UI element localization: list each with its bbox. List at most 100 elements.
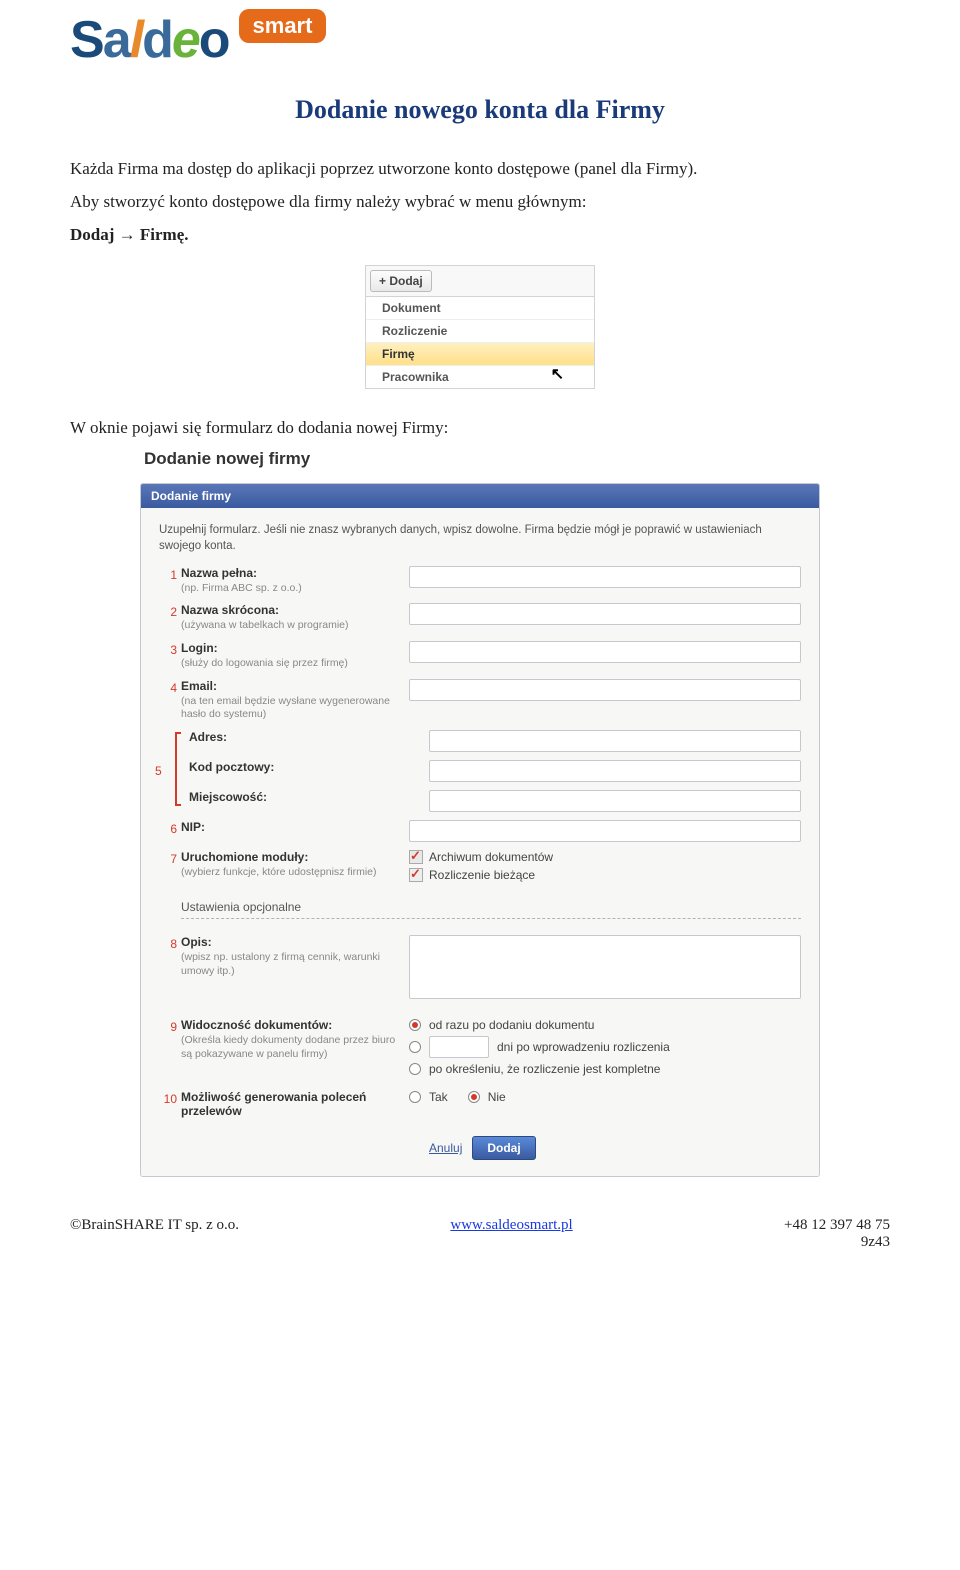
field-row-email: 4 Email: (na ten email będzie wysłane wy… <box>159 679 801 722</box>
miejscowosc-input[interactable] <box>429 790 801 812</box>
checkbox-archiwum[interactable]: Archiwum dokumentów <box>409 850 801 864</box>
field-label: Kod pocztowy: <box>189 760 429 774</box>
email-input[interactable] <box>409 679 801 701</box>
radio-icon <box>468 1091 480 1103</box>
dropdown-item-label: Pracownika <box>382 370 449 384</box>
form-screenshot: Dodanie nowej firmy Dodanie firmy Uzupeł… <box>140 449 820 1177</box>
field-hint: (używana w tabelkach w programie) <box>181 619 409 633</box>
field-row-kod-pocztowy: Kod pocztowy: <box>181 760 801 782</box>
radio-label: Nie <box>488 1090 506 1104</box>
adres-input[interactable] <box>429 730 801 752</box>
field-hint: (służy do logowania się przez firmę) <box>181 657 409 671</box>
field-row-login: 3 Login: (służy do logowania się przez f… <box>159 641 801 671</box>
page-footer: ©BrainSHARE IT sp. z o.o. www.saldeosmar… <box>70 1217 890 1251</box>
footer-url[interactable]: www.saldeosmart.pl <box>450 1217 572 1251</box>
field-row-widocznosc: 9 Widoczność dokumentów: (Określa kiedy … <box>159 1018 801 1080</box>
field-hint: (np. Firma ABC sp. z o.o.) <box>181 582 409 596</box>
field-label: Miejscowość: <box>189 790 429 804</box>
radio-label: od razu po dodaniu dokumentu <box>429 1018 594 1032</box>
row-number: 5 <box>155 764 162 778</box>
field-row-moduly: 7 Uruchomione moduły: (wybierz funkcje, … <box>159 850 801 886</box>
nazwa-skrocona-input[interactable] <box>409 603 801 625</box>
row-number: 1 <box>159 566 177 582</box>
page-title: Dodanie nowego konta dla Firmy <box>70 95 890 125</box>
login-input[interactable] <box>409 641 801 663</box>
radio-tak[interactable]: Tak <box>409 1090 448 1104</box>
cursor-icon: ↖ <box>551 364 564 384</box>
dropdown-item-pracownika[interactable]: Pracownika ↖ <box>366 366 594 388</box>
field-hint: (wybierz funkcje, które udostępnisz firm… <box>181 866 409 880</box>
dropdown-item-dokument[interactable]: Dokument <box>366 297 594 320</box>
radio-icon <box>409 1041 421 1053</box>
field-label: Możliwość generowania poleceń przelewów <box>181 1090 409 1118</box>
footer-phone: +48 12 397 48 75 <box>784 1217 890 1234</box>
checkbox-icon <box>409 868 423 882</box>
checkbox-label: Rozliczenie bieżące <box>429 868 535 882</box>
checkbox-icon <box>409 850 423 864</box>
radio-icon <box>409 1019 421 1031</box>
dropdown-item-firme[interactable]: Firmę <box>366 343 594 366</box>
field-hint: (Określa kiedy dokumenty dodane przez bi… <box>181 1034 409 1061</box>
button-row: Anuluj Dodaj <box>429 1136 801 1160</box>
form-panel: Dodanie firmy Uzupełnij formularz. Jeśli… <box>140 483 820 1177</box>
field-row-adres: Adres: <box>181 730 801 752</box>
row-number: 6 <box>159 820 177 836</box>
radio-label: Tak <box>429 1090 448 1104</box>
field-label: Nazwa pełna: <box>181 566 409 580</box>
intro-paragraph-1: Każda Firma ma dostęp do aplikacji poprz… <box>70 155 890 184</box>
cancel-link[interactable]: Anuluj <box>429 1141 462 1155</box>
nazwa-pelna-input[interactable] <box>409 566 801 588</box>
row-number: 7 <box>159 850 177 866</box>
dropdown-list: Dokument Rozliczenie Firmę Pracownika ↖ <box>366 296 594 388</box>
field-row-opis: 8 Opis: (wpisz np. ustalony z firmą cenn… <box>159 935 801 1002</box>
field-row-nip: 6 NIP: <box>159 820 801 842</box>
field-row-przelewy: 10 Możliwość generowania poleceń przelew… <box>159 1090 801 1118</box>
form-heading: Dodanie nowej firmy <box>144 449 820 469</box>
row-number: 3 <box>159 641 177 657</box>
intro-paragraph-3: W oknie pojawi się formularz do dodania … <box>70 414 890 443</box>
logo-badge: smart <box>239 9 327 43</box>
divider <box>181 918 801 919</box>
radio-dni-po[interactable]: dni po wprowadzeniu rozliczenia <box>409 1036 801 1058</box>
optional-heading: Ustawienia opcjonalne <box>181 900 801 914</box>
panel-body: Uzupełnij formularz. Jeśli nie znasz wyb… <box>141 508 819 1176</box>
intro-paragraph-2: Aby stworzyć konto dostępowe dla firmy n… <box>70 188 890 217</box>
field-label: Login: <box>181 641 409 655</box>
checkbox-label: Archiwum dokumentów <box>429 850 553 864</box>
field-hint: (wpisz np. ustalony z firmą cennik, waru… <box>181 951 409 978</box>
field-hint: (na ten email będzie wysłane wygenerowan… <box>181 695 409 722</box>
field-row-nazwa-skrocona: 2 Nazwa skrócona: (używana w tabelkach w… <box>159 603 801 633</box>
field-label: Email: <box>181 679 409 693</box>
field-label: Uruchomione moduły: <box>181 850 409 864</box>
radio-icon <box>409 1091 421 1103</box>
address-group: 5 Adres: Kod pocztowy: Miejscowość: <box>181 730 801 812</box>
kod-pocztowy-input[interactable] <box>429 760 801 782</box>
row-number: 9 <box>159 1018 177 1034</box>
footer-contact: +48 12 397 48 75 9z43 <box>784 1217 890 1251</box>
form-instruction: Uzupełnij formularz. Jeśli nie znasz wyb… <box>159 522 801 554</box>
checkbox-rozliczenie[interactable]: Rozliczenie bieżące <box>409 868 801 882</box>
radio-od-razu[interactable]: od razu po dodaniu dokumentu <box>409 1018 801 1032</box>
opis-textarea[interactable] <box>409 935 801 999</box>
radio-label: dni po wprowadzeniu rozliczenia <box>497 1040 670 1054</box>
field-label: Opis: <box>181 935 409 949</box>
nip-input[interactable] <box>409 820 801 842</box>
intro-menu-path: Dodaj → Firmę. <box>70 221 890 250</box>
row-number: 10 <box>159 1090 177 1106</box>
footer-pageno: 9z43 <box>784 1234 890 1251</box>
field-row-miejscowosc: Miejscowość: <box>181 790 801 812</box>
dni-input[interactable] <box>429 1036 489 1058</box>
row-number: 8 <box>159 935 177 951</box>
field-label: Nazwa skrócona: <box>181 603 409 617</box>
radio-nie[interactable]: Nie <box>468 1090 506 1104</box>
logo: Saldeo smart <box>70 10 890 70</box>
row-number: 4 <box>159 679 177 695</box>
field-label: Adres: <box>189 730 429 744</box>
submit-button[interactable]: Dodaj <box>472 1136 535 1160</box>
panel-title: Dodanie firmy <box>141 484 819 508</box>
field-row-nazwa-pelna: 1 Nazwa pełna: (np. Firma ABC sp. z o.o.… <box>159 566 801 596</box>
radio-po-okresleniu[interactable]: po określeniu, że rozliczenie jest kompl… <box>409 1062 801 1076</box>
dropdown-item-rozliczenie[interactable]: Rozliczenie <box>366 320 594 343</box>
radio-label: po określeniu, że rozliczenie jest kompl… <box>429 1062 660 1076</box>
dropdown-trigger[interactable]: + Dodaj <box>370 270 432 292</box>
